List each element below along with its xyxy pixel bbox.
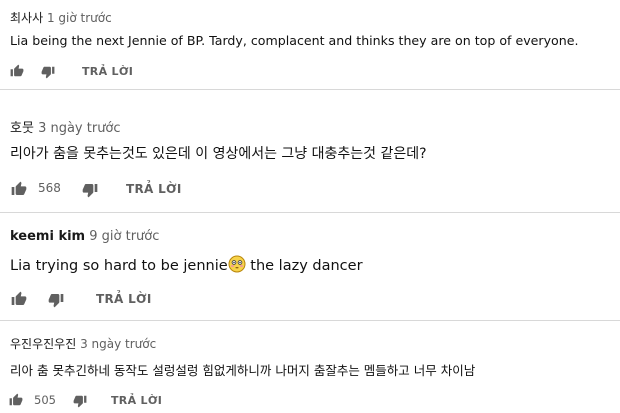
like-button[interactable] [10,290,28,308]
thumbs-up-icon [11,181,27,197]
comment-text: Lia being the next Jennie of BP. Tardy, … [10,33,579,48]
comment-time[interactable]: 9 giờ trước [89,229,159,244]
comment-text-part: Lia trying so hard to be jennie [10,258,228,274]
comment-time[interactable]: 1 giờ trước [47,11,112,25]
comment-header: 우진우진우진 3 ngày trước [10,335,156,352]
thumbs-down-icon [48,292,64,308]
comment-header: 호뭇 3 ngày trước [10,117,121,136]
comment-text-part: the lazy dancer [245,258,363,274]
comment-text: 리아 춤 못추긴하네 동작도 설렁설렁 힘없게하니까 나머지 춤잘추는 멤들하고… [10,363,476,378]
thumbs-up-icon [10,64,24,78]
like-count: 568 [38,181,61,195]
reply-button[interactable]: TRẢ LỜI [96,292,152,306]
dislike-button[interactable] [40,64,56,80]
like-button[interactable] [9,63,25,79]
dislike-button[interactable] [47,291,65,309]
comment-time[interactable]: 3 ngày trước [80,337,156,351]
like-button[interactable] [8,392,24,408]
comment-text: 리아가 춤을 못추는것도 있은데 이 영상에서는 그냥 대충추는것 같은데? [10,146,427,162]
dislike-button[interactable] [72,393,88,409]
reply-button[interactable]: TRẢ LỜI [126,182,182,196]
like-button[interactable] [10,180,28,198]
dislike-button[interactable] [81,181,99,199]
divider [0,320,620,321]
thumbs-up-icon [11,291,27,307]
comment-text: Lia trying so hard to be jennie the lazy… [10,255,363,277]
thumbs-up-icon [9,393,23,407]
comments-section: 최사사 1 giờ trước Lia being the next Jenni… [0,0,620,413]
comment-time[interactable]: 3 ngày trước [38,121,120,136]
author-name[interactable]: 호뭇 [10,121,34,136]
author-name[interactable]: keemi kim [10,229,85,244]
thumbs-down-icon [41,65,55,79]
reply-button[interactable]: TRẢ LỜI [111,394,162,407]
reply-button[interactable]: TRẢ LỜI [82,65,133,78]
comment-header: keemi kim 9 giờ trước [10,229,159,244]
thumbs-down-icon [73,394,87,408]
like-count: 505 [34,393,56,407]
author-name[interactable]: 최사사 [10,11,43,25]
divider [0,212,620,213]
divider [0,89,620,90]
author-name[interactable]: 우진우진우진 [10,337,76,351]
flushed-face-icon [228,255,246,277]
comment-header: 최사사 1 giờ trước [10,9,112,26]
thumbs-down-icon [82,182,98,198]
